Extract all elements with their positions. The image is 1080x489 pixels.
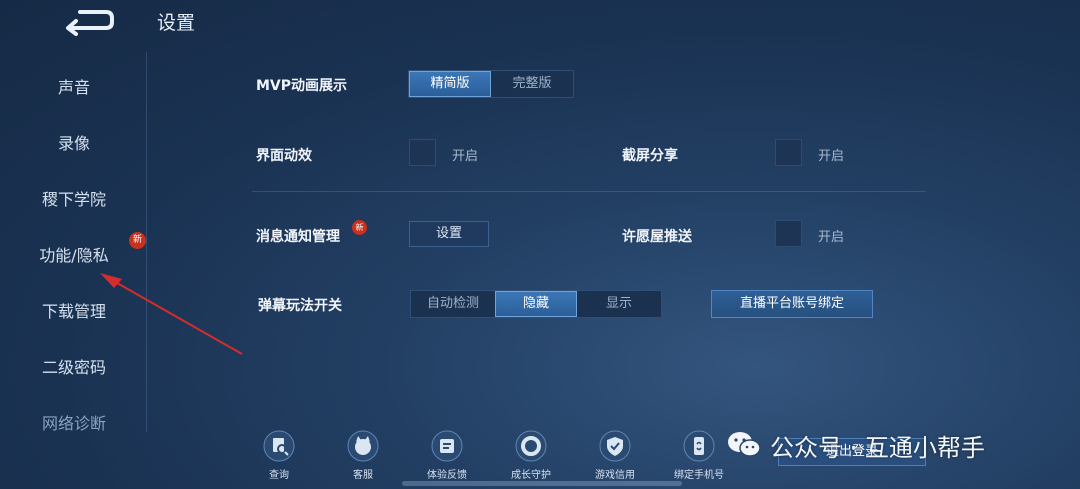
bottom-item-label: 查询 bbox=[269, 470, 289, 481]
watermark: 公众号 · 互通小帮手 bbox=[726, 425, 985, 465]
phone-link-icon bbox=[683, 430, 715, 462]
stream-bind-button[interactable]: 直播平台账号绑定 bbox=[711, 290, 873, 318]
top-bar: 设置 bbox=[0, 0, 1080, 44]
bottom-item-feedback[interactable]: 体验反馈 bbox=[419, 430, 475, 486]
shield-icon bbox=[599, 430, 631, 462]
screenshot-share-option: 开启 bbox=[818, 149, 845, 164]
bottom-item-label: 客服 bbox=[353, 470, 373, 481]
notification-settings-button[interactable]: 设置 bbox=[409, 221, 489, 247]
sidebar-item-label: 下载管理 bbox=[41, 302, 106, 321]
barrage-option-hide[interactable]: 隐藏 bbox=[495, 291, 577, 317]
wish-push-checkbox[interactable] bbox=[775, 220, 802, 247]
notification-label: 消息通知管理 bbox=[256, 229, 340, 245]
bottom-item-support[interactable]: 客服 bbox=[335, 430, 391, 486]
ui-effects-option: 开启 bbox=[452, 149, 479, 164]
back-arrow-icon bbox=[66, 10, 114, 36]
sidebar: 声音 录像 稷下学院 功能/隐私 下载管理 二级密码 网络诊断 bbox=[0, 60, 148, 440]
feedback-icon bbox=[431, 430, 463, 462]
new-badge: 新 bbox=[352, 220, 367, 235]
guard-ring-icon bbox=[515, 430, 547, 462]
bottom-item-label: 体验反馈 bbox=[427, 470, 467, 481]
mvp-segmented-control: 精简版 完整版 bbox=[408, 70, 574, 98]
section-divider bbox=[252, 191, 926, 192]
sidebar-item-label: 二级密码 bbox=[41, 358, 106, 377]
wish-push-label: 许愿屋推送 bbox=[622, 229, 692, 245]
ui-effects-label: 界面动效 bbox=[256, 148, 312, 164]
sidebar-item-privacy[interactable]: 功能/隐私 bbox=[0, 236, 148, 276]
sidebar-item-label: 稷下学院 bbox=[41, 190, 106, 209]
bottom-item-label: 绑定手机号 bbox=[674, 470, 724, 481]
back-button[interactable] bbox=[62, 6, 118, 36]
wish-push-option: 开启 bbox=[818, 230, 845, 245]
watermark-text: 公众号 · 互通小帮手 bbox=[770, 433, 985, 462]
barrage-option-show[interactable]: 显示 bbox=[577, 291, 661, 317]
mvp-option-full[interactable]: 完整版 bbox=[491, 71, 573, 97]
sidebar-item-label: 录像 bbox=[57, 134, 90, 153]
bottom-item-label: 成长守护 bbox=[511, 470, 551, 481]
sidebar-item-recording[interactable]: 录像 bbox=[0, 124, 148, 164]
screenshot-share-checkbox[interactable] bbox=[775, 139, 802, 166]
search-doc-icon bbox=[263, 430, 295, 462]
sidebar-item-label: 声音 bbox=[57, 78, 90, 97]
page-title: 设置 bbox=[157, 12, 196, 34]
ui-effects-checkbox[interactable] bbox=[409, 139, 436, 166]
bottom-item-game-credit[interactable]: 游戏信用 bbox=[587, 430, 643, 486]
new-badge: 新 bbox=[129, 232, 146, 249]
mvp-option-simple[interactable]: 精简版 bbox=[409, 71, 491, 97]
bottom-scroll-handle[interactable] bbox=[402, 481, 682, 486]
barrage-option-auto[interactable]: 自动检测 bbox=[411, 291, 495, 317]
sidebar-item-second-password[interactable]: 二级密码 bbox=[0, 348, 148, 388]
bottom-item-label: 游戏信用 bbox=[595, 470, 635, 481]
bottom-item-growth-guard[interactable]: 成长守护 bbox=[503, 430, 559, 486]
sidebar-item-academy[interactable]: 稷下学院 bbox=[0, 180, 148, 220]
wechat-icon bbox=[728, 432, 761, 457]
barrage-segmented-control: 自动检测 隐藏 显示 bbox=[410, 290, 662, 318]
sidebar-item-label: 功能/隐私 bbox=[39, 246, 109, 265]
support-icon bbox=[347, 430, 379, 462]
sidebar-item-downloads[interactable]: 下载管理 bbox=[0, 292, 148, 332]
bottom-item-bind-phone[interactable]: 绑定手机号 bbox=[671, 430, 727, 486]
bottom-item-query[interactable]: 查询 bbox=[251, 430, 307, 486]
barrage-label: 弹幕玩法开关 bbox=[258, 298, 342, 314]
mvp-label: MVP动画展示 bbox=[256, 78, 348, 94]
sidebar-item-sound[interactable]: 声音 bbox=[0, 68, 148, 108]
screenshot-share-label: 截屏分享 bbox=[622, 148, 678, 164]
